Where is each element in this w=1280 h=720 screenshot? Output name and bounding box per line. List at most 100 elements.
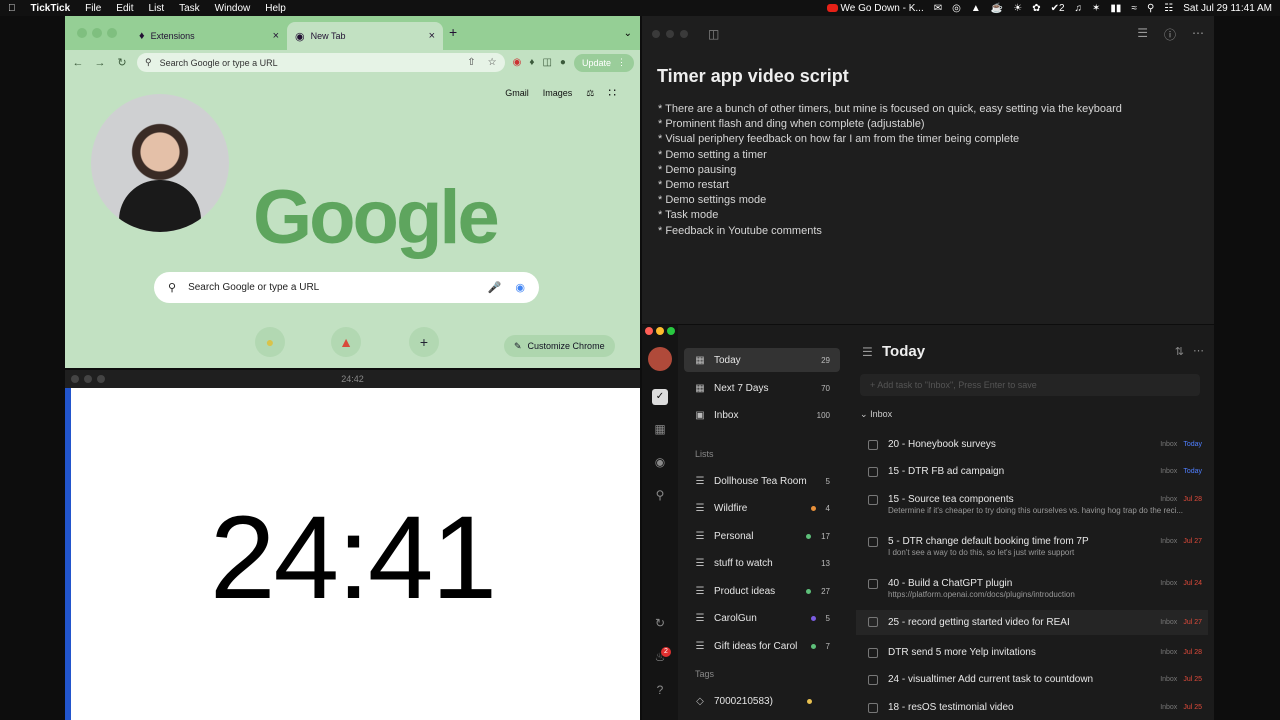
omnibox[interactable]: ⚲ Search Google or type a URL ⇧ ☆ xyxy=(137,53,505,72)
countdown-display[interactable]: 24:41 xyxy=(65,490,640,626)
speaker-icon[interactable]: ♫ xyxy=(1075,3,1083,14)
menu-list[interactable]: List xyxy=(149,3,165,14)
images-link[interactable]: Images xyxy=(543,88,573,98)
zoom-window-button[interactable] xyxy=(107,28,117,38)
add-task-input[interactable]: + Add task to "Inbox", Press Enter to sa… xyxy=(860,374,1200,396)
task-checkbox[interactable] xyxy=(868,579,878,589)
sort-icon[interactable]: ⇅ xyxy=(1175,345,1184,358)
shortcut-tile[interactable]: ▲ xyxy=(331,327,361,357)
google-search-box[interactable]: ⚲ Search Google or type a URL 🎤 ◉ xyxy=(154,272,539,303)
sync-icon[interactable]: ↻ xyxy=(652,615,668,631)
zoom-window-button[interactable] xyxy=(667,327,675,335)
focus-timer-icon[interactable]: ◉ xyxy=(652,454,668,470)
control-center-icon[interactable]: ☷ xyxy=(1164,3,1173,14)
task-checkbox[interactable] xyxy=(868,617,878,627)
drive-icon[interactable]: ▲ xyxy=(971,3,981,14)
task-checkbox[interactable] xyxy=(868,537,878,547)
task-checkbox[interactable] xyxy=(868,703,878,713)
sidebar-list-item[interactable]: ☰ Gift ideas for Carol 7 xyxy=(684,634,840,658)
gmail-link[interactable]: Gmail xyxy=(505,88,529,98)
more-options-icon[interactable]: ⋯ xyxy=(1192,26,1204,43)
zoom-window-button[interactable] xyxy=(680,30,688,38)
search-icon[interactable]: ⚲ xyxy=(1147,3,1154,14)
sidebar-item-next-7-days[interactable]: ▦ Next 7 Days 70 xyxy=(684,376,840,400)
task-row[interactable]: 24 - visualtimer Add current task to cou… xyxy=(856,668,1208,695)
info-icon[interactable]: ⓘ xyxy=(1164,26,1176,43)
customize-chrome-button[interactable]: ✎ Customize Chrome xyxy=(504,335,615,357)
clock[interactable]: Sat Jul 29 11:41 AM xyxy=(1183,3,1272,14)
minimize-window-button[interactable] xyxy=(92,28,102,38)
avatar[interactable] xyxy=(648,347,672,371)
minimize-window-button[interactable] xyxy=(656,327,664,335)
task-row[interactable]: DTR send 5 more Yelp invitations Inbox Ju… xyxy=(856,641,1208,668)
task-row[interactable]: 15 - DTR FB ad campaign Inbox Today xyxy=(856,460,1208,487)
minimize-window-button[interactable] xyxy=(666,30,674,38)
close-tab-icon[interactable]: × xyxy=(429,30,435,42)
wifi-icon[interactable]: ≈ xyxy=(1131,3,1137,14)
task-row[interactable]: 18 - resOS testimonial video Inbox Jul 25 xyxy=(856,696,1208,720)
now-playing[interactable]: We Go Down - K... xyxy=(826,3,924,14)
lists-header[interactable]: Lists xyxy=(695,449,714,459)
note-body[interactable]: * There are a bunch of other timers, but… xyxy=(658,102,1122,239)
close-window-button[interactable] xyxy=(71,375,79,383)
puzzle-icon[interactable]: ♦ xyxy=(529,57,534,68)
sun-icon[interactable]: ☀ xyxy=(1013,3,1022,14)
menu-help[interactable]: Help xyxy=(265,3,286,14)
sidebar-list-item[interactable]: ☰ Dollhouse Tea Room 5 xyxy=(684,469,840,493)
shortcut-tile[interactable]: ● xyxy=(255,327,285,357)
microphone-icon[interactable]: 🎤 xyxy=(488,281,502,294)
checkbox-tasks-icon[interactable]: ✓ xyxy=(652,389,668,405)
close-tab-icon[interactable]: × xyxy=(273,30,279,42)
task-checkbox[interactable] xyxy=(868,467,878,477)
tab-new-tab[interactable]: ◉ New Tab × xyxy=(287,22,443,50)
task-checkbox[interactable] xyxy=(868,675,878,685)
labs-flask-icon[interactable]: ⚖ xyxy=(586,88,594,99)
apple-icon[interactable]:  xyxy=(8,3,16,14)
mail-icon[interactable]: ✉ xyxy=(934,3,942,14)
menu-edit[interactable]: Edit xyxy=(116,3,133,14)
target-icon[interactable]: ◎ xyxy=(952,3,961,14)
menu-window[interactable]: Window xyxy=(215,3,251,14)
sidebar-tag-item[interactable]: ◇ 7000210583) xyxy=(684,689,840,713)
sidebar-list-item[interactable]: ☰ Wildfire 4 xyxy=(684,496,840,520)
sidebar-item-inbox[interactable]: ▣ Inbox 100 xyxy=(684,403,840,427)
task-row[interactable]: 15 - Source tea components Inbox Jul 28 D… xyxy=(856,488,1208,529)
profile-avatar-icon[interactable]: ● xyxy=(560,57,566,68)
cup-icon[interactable]: ☕ xyxy=(991,3,1003,14)
task-checkbox[interactable] xyxy=(868,648,878,658)
close-window-button[interactable] xyxy=(77,28,87,38)
menu-task[interactable]: Task xyxy=(179,3,200,14)
tab-extensions[interactable]: ♦ Extensions × xyxy=(131,22,287,50)
side-panel-icon[interactable]: ◫ xyxy=(542,57,551,68)
sidebar-list-item[interactable]: ☰ Personal 17 xyxy=(684,524,840,548)
close-window-button[interactable] xyxy=(652,30,660,38)
reload-icon[interactable]: ↻ xyxy=(115,56,129,69)
minimize-window-button[interactable] xyxy=(84,375,92,383)
task-checkbox[interactable] xyxy=(868,495,878,505)
task-row[interactable]: 20 - Honeybook surveys Inbox Today xyxy=(856,433,1208,460)
new-tab-button[interactable]: + xyxy=(449,24,457,42)
app-menu-name[interactable]: TickTick xyxy=(31,3,71,14)
section-header-inbox[interactable]: ⌄ Inbox xyxy=(860,409,892,420)
lens-camera-icon[interactable]: ◉ xyxy=(515,281,525,294)
calendar-icon[interactable]: ▦ xyxy=(652,421,668,437)
feather-icon[interactable]: ✿ xyxy=(1032,3,1040,14)
sidebar-list-item[interactable]: ☰ Product ideas 27 xyxy=(684,579,840,603)
bookmark-star-icon[interactable]: ☆ xyxy=(488,57,497,68)
tags-header[interactable]: Tags xyxy=(695,669,714,679)
checklist-icon[interactable]: ☰ xyxy=(1137,26,1148,43)
sidebar-list-item[interactable]: ☰ stuff to watch 13 xyxy=(684,551,840,575)
note-title[interactable]: Timer app video script xyxy=(657,66,849,87)
chevron-down-icon[interactable]: ⌄ xyxy=(624,28,632,39)
task-row[interactable]: 40 - Build a ChatGPT plugin Inbox Jul 24 … xyxy=(856,572,1208,613)
task-row[interactable]: 5 - DTR change default booking time from… xyxy=(856,530,1208,571)
update-button[interactable]: Update ⋮ xyxy=(573,53,634,72)
share-icon[interactable]: ⇧ xyxy=(467,57,475,68)
sidebar-toggle-icon[interactable]: ◫ xyxy=(708,27,719,41)
sidebar-list-item[interactable]: ☰ CarolGun 5 xyxy=(684,606,840,630)
sidebar-item-today[interactable]: ▦ Today 29 xyxy=(684,348,840,372)
zoom-window-button[interactable] xyxy=(97,375,105,383)
extension-icon[interactable]: ◉ xyxy=(513,57,522,68)
menu-icon[interactable]: ☰ xyxy=(862,345,873,359)
bluetooth-icon[interactable]: ✶ xyxy=(1092,3,1100,14)
